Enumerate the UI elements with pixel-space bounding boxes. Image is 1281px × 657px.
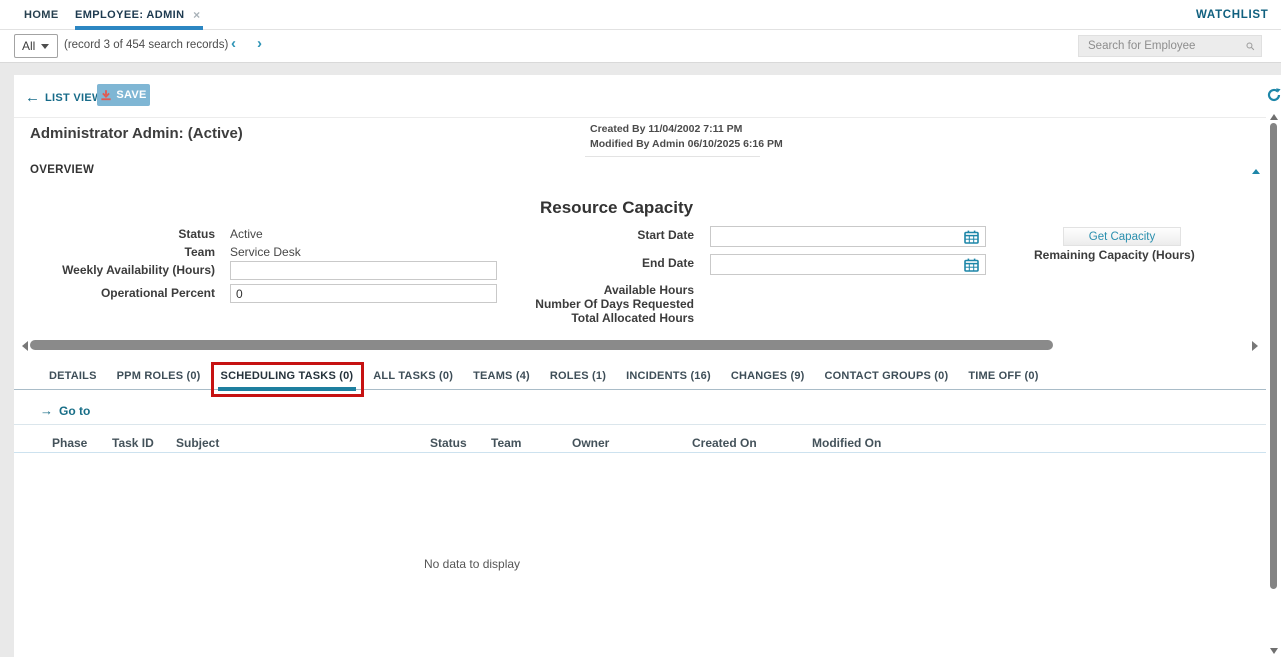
record-tab-strip: DETAILS PPM ROLES (0) SCHEDULING TASKS (… (14, 362, 1266, 390)
prev-record-button[interactable]: ‹ (231, 35, 236, 52)
column-header-created-on[interactable]: Created On (692, 436, 757, 450)
refresh-icon[interactable] (1267, 88, 1281, 102)
tab-incidents[interactable]: INCIDENTS (16) (626, 370, 711, 382)
status-value: Active (230, 227, 263, 241)
calendar-icon[interactable] (964, 258, 979, 272)
search-input[interactable] (1079, 40, 1246, 52)
column-header-status[interactable]: Status (430, 436, 467, 450)
list-view-label: LIST VIEW (45, 92, 103, 104)
divider (585, 156, 760, 157)
record-toolbar: All (record 3 of 454 search records) ‹ › (0, 30, 1281, 63)
tab-contact-groups[interactable]: CONTACT GROUPS (0) (825, 370, 949, 382)
collapse-caret-icon[interactable] (1252, 169, 1260, 174)
watchlist-link[interactable]: WATCHLIST (1196, 9, 1269, 21)
operational-percent-label: Operational Percent (40, 286, 215, 300)
horizontal-scrollbar[interactable] (14, 339, 1266, 352)
tab-employee-label: EMPLOYEE: ADMIN (75, 9, 185, 21)
tab-ppm-roles[interactable]: PPM ROLES (0) (117, 370, 201, 382)
tab-details[interactable]: DETAILS (49, 370, 97, 382)
tab-scheduling-tasks[interactable]: SCHEDULING TASKS (0) (221, 370, 354, 382)
go-to-link[interactable]: → Go to (40, 403, 90, 418)
employee-record-card: ← LIST VIEW SAVE Administrator Admin: (A… (14, 75, 1266, 657)
save-button[interactable]: SAVE (97, 84, 150, 106)
column-header-phase[interactable]: Phase (52, 436, 87, 450)
tab-home[interactable]: HOME (24, 0, 59, 30)
tab-roles[interactable]: ROLES (1) (550, 370, 606, 382)
calendar-icon[interactable] (964, 230, 979, 244)
available-hours-label: Available Hours (444, 283, 694, 297)
back-arrow-icon: ← (25, 91, 40, 105)
days-requested-label: Number Of Days Requested (444, 297, 694, 311)
status-label: Status (40, 227, 215, 241)
tab-employee-admin[interactable]: EMPLOYEE: ADMIN × (75, 0, 201, 30)
active-subtab-underline (218, 387, 357, 391)
start-date-label: Start Date (444, 228, 694, 242)
chevron-down-icon (41, 44, 49, 49)
end-date-label: End Date (444, 256, 694, 270)
start-date-input[interactable] (710, 226, 986, 247)
column-header-task-id[interactable]: Task ID (112, 436, 154, 450)
remaining-capacity-label: Remaining Capacity (Hours) (1034, 248, 1195, 262)
team-label: Team (40, 245, 215, 259)
overview-section-label: OVERVIEW (30, 164, 94, 176)
next-record-button[interactable]: › (257, 35, 262, 52)
weekly-availability-label: Weekly Availability (Hours) (40, 263, 215, 277)
goto-label: Go to (59, 404, 90, 418)
resource-capacity-title: Resource Capacity (540, 198, 693, 218)
goto-arrow-icon: → (40, 403, 53, 418)
total-allocated-label: Total Allocated Hours (444, 311, 694, 325)
tab-changes[interactable]: CHANGES (9) (731, 370, 805, 382)
get-capacity-button[interactable]: Get Capacity (1063, 227, 1181, 246)
divider (14, 452, 1266, 453)
window-tab-bar: HOME EMPLOYEE: ADMIN × WATCHLIST (0, 0, 1281, 30)
divider (14, 424, 1266, 425)
column-header-team[interactable]: Team (491, 436, 521, 450)
created-by-text: Created By 11/04/2002 7:11 PM (590, 123, 742, 135)
modified-by-text: Modified By Admin 06/10/2025 6:16 PM (590, 138, 783, 150)
column-header-subject[interactable]: Subject (176, 436, 219, 450)
scroll-right-icon[interactable] (1252, 341, 1258, 351)
vertical-scrollbar-thumb[interactable] (1270, 123, 1277, 589)
column-header-modified-on[interactable]: Modified On (812, 436, 881, 450)
page-title: Administrator Admin: (Active) (30, 125, 243, 142)
horizontal-scrollbar-thumb[interactable] (30, 340, 1053, 350)
scroll-down-icon[interactable] (1270, 648, 1278, 654)
employee-search[interactable] (1078, 35, 1262, 57)
end-date-input[interactable] (710, 254, 986, 275)
tab-teams[interactable]: TEAMS (4) (473, 370, 530, 382)
tab-scheduling-tasks-label: SCHEDULING TASKS (0) (221, 370, 354, 382)
filter-dropdown[interactable]: All (14, 34, 58, 58)
column-header-owner[interactable]: Owner (572, 436, 609, 450)
save-icon (100, 89, 112, 101)
save-label: SAVE (116, 89, 146, 101)
tab-all-tasks[interactable]: ALL TASKS (0) (373, 370, 453, 382)
team-value: Service Desk (230, 245, 301, 259)
record-count-text: (record 3 of 454 search records) (64, 39, 228, 51)
scroll-left-icon[interactable] (22, 341, 28, 351)
search-icon (1246, 40, 1255, 53)
list-view-button[interactable]: ← LIST VIEW (25, 91, 103, 105)
tab-time-off[interactable]: TIME OFF (0) (968, 370, 1038, 382)
filter-value: All (22, 39, 35, 53)
empty-table-message: No data to display (424, 557, 520, 571)
scroll-up-icon[interactable] (1270, 114, 1278, 120)
divider (14, 117, 1266, 118)
